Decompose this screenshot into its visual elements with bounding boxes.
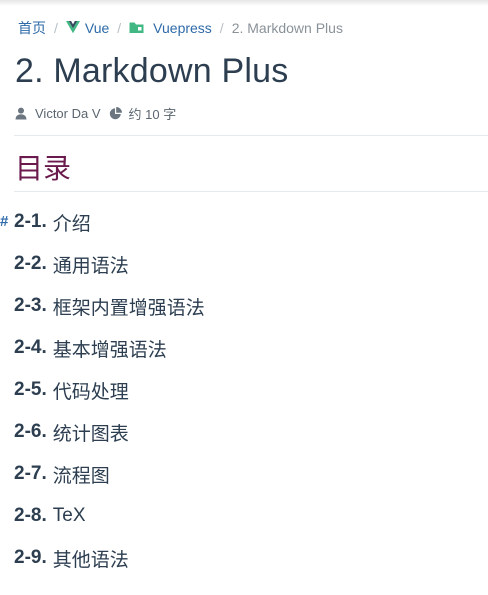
toc-item-label: 介绍	[52, 213, 91, 235]
toc-heading-divider	[14, 191, 488, 192]
word-count-info: 约 10 字	[109, 104, 177, 123]
page-meta: Victor Da V 约 10 字	[15, 104, 176, 122]
toc-item-label: TeX	[52, 505, 86, 526]
toc-item-number: 2-2.	[14, 253, 47, 274]
toc-item[interactable]: 2-5. 代码处理	[0, 369, 488, 411]
toc-item-label: 基本增强语法	[52, 339, 167, 361]
header-divider	[14, 135, 488, 136]
toc-item-label: 统计图表	[52, 423, 129, 445]
toc-item-number: 2-9.	[14, 547, 47, 568]
breadcrumb-vuepress-link[interactable]: Vuepress	[129, 20, 212, 36]
toc-item[interactable]: 2-4. 基本增强语法	[0, 327, 488, 369]
toc-item-number: 2-1.	[14, 211, 47, 232]
toc-item-label: 通用语法	[52, 255, 129, 277]
toc-item[interactable]: # 2-1. 介绍	[0, 201, 488, 243]
toc-item-number: 2-8.	[14, 505, 47, 526]
toc-heading: 目录	[15, 153, 72, 184]
toc-list: # 2-1. 介绍 2-2. 通用语法 2-3. 框架内置增强语法 2-4. 基…	[0, 201, 488, 579]
breadcrumb-home-link[interactable]: 首页	[18, 18, 46, 38]
breadcrumb-separator: /	[117, 20, 122, 36]
toc-item[interactable]: 2-9. 其他语法	[0, 537, 488, 579]
breadcrumb-vuepress-label: Vuepress	[153, 20, 212, 36]
breadcrumb-separator: /	[219, 20, 224, 36]
navbar-shadow	[0, 0, 488, 6]
person-icon	[15, 107, 28, 120]
toc-item-number: 2-5.	[14, 379, 47, 400]
breadcrumb-vue-label: Vue	[84, 20, 110, 36]
toc-item[interactable]: 2-7. 流程图	[0, 453, 488, 495]
vue-logo-icon	[65, 21, 80, 35]
toc-item-number: 2-7.	[14, 463, 47, 484]
toc-item-label: 代码处理	[52, 381, 129, 403]
toc-item-number: 2-3.	[14, 295, 47, 316]
page-title: 2. Markdown Plus	[15, 52, 289, 90]
toc-item-label: 流程图	[52, 465, 110, 487]
breadcrumb-current: 2. Markdown Plus	[231, 20, 343, 36]
word-count: 约 10 字	[128, 106, 177, 122]
toc-item[interactable]: 2-6. 统计图表	[0, 411, 488, 453]
folder-icon	[129, 21, 145, 35]
author-name: Victor Da V	[35, 105, 101, 121]
pie-chart-icon	[109, 106, 122, 120]
page: 首页 / Vue / Vuepress / 2. Markdown Plus 2…	[0, 0, 488, 595]
breadcrumb-separator: /	[54, 20, 58, 36]
toc-item[interactable]: 2-3. 框架内置增强语法	[0, 285, 488, 327]
breadcrumb: 首页 / Vue / Vuepress / 2. Markdown Plus	[18, 19, 343, 37]
toc-item-label: 框架内置增强语法	[52, 297, 205, 319]
toc-item-number: 2-6.	[14, 421, 47, 442]
toc-item-number: 2-4.	[14, 337, 47, 358]
toc-item[interactable]: 2-8. TeX	[0, 495, 488, 537]
breadcrumb-vue-link[interactable]: Vue	[65, 20, 110, 36]
header-anchor-link[interactable]: #	[0, 213, 8, 231]
toc-item-label: 其他语法	[52, 549, 129, 571]
toc-item[interactable]: 2-2. 通用语法	[0, 243, 488, 285]
author-info[interactable]: Victor Da V	[15, 106, 101, 121]
